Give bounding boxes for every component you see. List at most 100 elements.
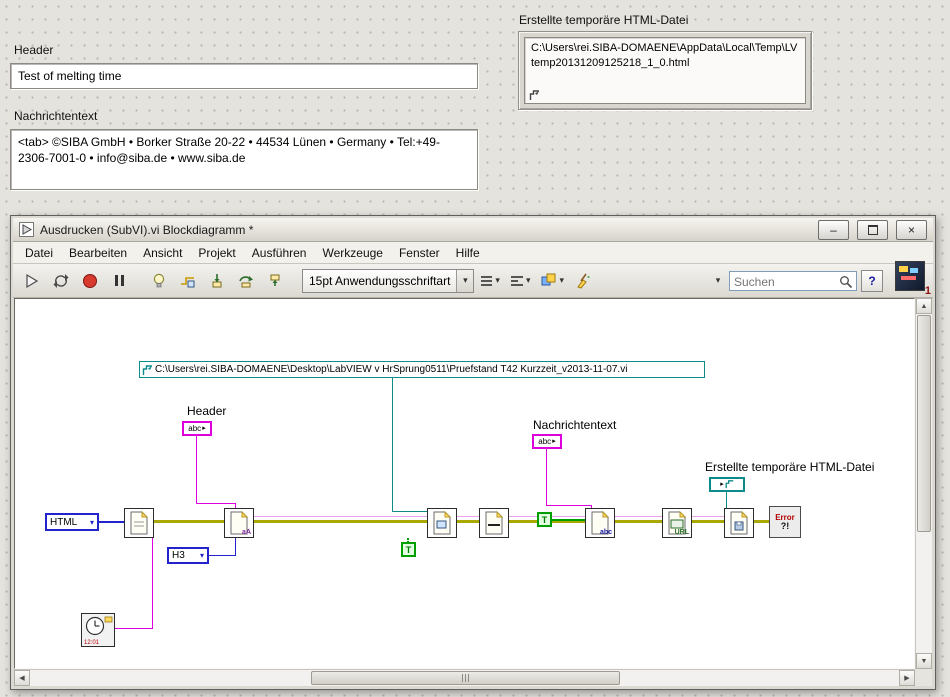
clean-up-diagram-button[interactable] (571, 268, 597, 294)
reorder-dropdown[interactable]: ▾ (537, 269, 568, 293)
html-enum-constant[interactable]: HTML ▾ (45, 513, 99, 531)
search-input[interactable] (732, 272, 840, 291)
wire-message-string-v[interactable] (546, 449, 547, 506)
vi-append-hypertext-url[interactable]: URL (662, 508, 692, 538)
report-page-icon (130, 510, 149, 535)
format-date-time-node[interactable]: 12:01 (81, 613, 115, 647)
vi-new-report[interactable] (124, 508, 154, 538)
wire-h3-enum-v[interactable] (235, 538, 236, 556)
vi-append-report-text[interactable]: abc (585, 508, 615, 538)
vi-icon[interactable] (895, 261, 925, 291)
true-constant[interactable]: T (537, 512, 552, 527)
message-string-control[interactable]: <tab> ©SIBA GmbH • Borker Straße 20-22 •… (10, 129, 478, 190)
menu-projekt[interactable]: Projekt (190, 243, 243, 263)
menu-datei[interactable]: Datei (17, 243, 61, 263)
vi-icon-corner[interactable]: 1 (895, 261, 931, 297)
wire-h3-enum-h[interactable] (209, 555, 236, 556)
menu-bearbeiten[interactable]: Bearbeiten (61, 243, 135, 263)
scroll-up-button[interactable]: ▲ (916, 298, 932, 314)
wire-clock-h[interactable] (115, 628, 153, 629)
header-string-value[interactable]: Test of melting time (18, 69, 121, 83)
menu-ansicht[interactable]: Ansicht (135, 243, 190, 263)
fp-message-label: Nachrichtentext (14, 109, 98, 123)
fp-html-file-label: Erstellte temporäre HTML-Datei (519, 13, 689, 27)
menu-ausfuehren[interactable]: Ausführen (244, 243, 315, 263)
html-enum-value: HTML (50, 516, 78, 528)
distribute-objects-icon (510, 275, 523, 286)
wire-vi-path-horizontal[interactable] (392, 511, 428, 512)
font-selector-label: 15pt Anwendungsschriftart (309, 273, 451, 288)
menubar: Datei Bearbeiten Ansicht Projekt Ausführ… (13, 242, 933, 264)
menu-fenster[interactable]: Fenster (391, 243, 448, 263)
wire-header-string-v[interactable] (196, 436, 197, 504)
align-objects-icon (481, 275, 493, 286)
abort-button[interactable] (77, 268, 103, 294)
highlight-execution-button[interactable] (146, 268, 172, 294)
search-box[interactable] (729, 270, 857, 291)
wire-message-string-h[interactable] (546, 505, 592, 506)
wire-vi-path-vertical[interactable] (392, 378, 393, 512)
titlebar[interactable]: Ausdrucken (SubVI).vi Blockdiagramm * – … (13, 218, 933, 242)
vi-icon-art (899, 266, 918, 280)
scroll-right-button[interactable]: ▶ (899, 670, 915, 686)
chevron-down-icon: ▾ (199, 551, 204, 560)
indicator-arrow-icon: ▸ (720, 481, 724, 488)
wire-header-string-h[interactable] (196, 503, 236, 504)
distribute-objects-dropdown[interactable]: ▾ (507, 269, 535, 293)
simple-error-handler-node[interactable]: Error ?! (769, 506, 801, 538)
chevron-down-icon[interactable]: ▾ (456, 269, 474, 292)
vi-glyph-text: URL (674, 529, 689, 536)
vertical-scroll-thumb[interactable] (917, 315, 931, 533)
wire-html-enum[interactable] (99, 521, 125, 523)
vertical-scrollbar[interactable]: ▲ ▼ (915, 298, 932, 669)
maximize-button[interactable] (857, 219, 888, 240)
vi-path-text[interactable]: C:\Users\rei.SIBA-DOMAENE\Desktop\LabVIE… (155, 364, 627, 375)
blockdiagram-canvas[interactable]: C:\Users\rei.SIBA-DOMAENE\Desktop\LabVIE… (14, 298, 915, 669)
path-symbol-icon (725, 480, 733, 489)
wire-html-file-v[interactable] (726, 492, 727, 508)
minimize-button[interactable]: – (818, 219, 849, 240)
html-file-path-indicator[interactable]: C:\Users\rei.SIBA-DOMAENE\AppData\Local\… (518, 31, 812, 110)
run-button[interactable] (19, 268, 45, 294)
h3-enum-constant[interactable]: H3 ▾ (167, 547, 209, 564)
search-options-dropdown[interactable]: ▾ (711, 271, 725, 291)
align-objects-dropdown[interactable]: ▾ (477, 269, 504, 293)
scroll-left-button[interactable]: ◀ (14, 670, 30, 686)
horizontal-scroll-thumb[interactable] (311, 671, 620, 685)
vi-path-constant[interactable]: C:\Users\rei.SIBA-DOMAENE\Desktop\LabVIE… (139, 361, 705, 378)
horizontal-scrollbar[interactable]: ◀ ▶ (14, 669, 915, 686)
header-string-terminal[interactable]: abc ▸ (182, 421, 212, 436)
clock-icon (85, 616, 113, 636)
vi-append-horizontal-line[interactable] (479, 508, 509, 538)
wire-clock-v[interactable] (152, 538, 153, 629)
retain-wire-values-button[interactable] (175, 268, 201, 294)
vi-glyph-text: abc (599, 529, 612, 536)
step-into-button[interactable] (204, 268, 230, 294)
path-symbol-icon (529, 90, 539, 100)
wire-bool-true[interactable] (552, 519, 586, 521)
step-out-button[interactable] (262, 268, 288, 294)
step-into-icon (212, 273, 222, 287)
header-string-control[interactable]: Test of melting time (10, 63, 478, 89)
menu-hilfe[interactable]: Hilfe (448, 243, 488, 263)
toolbar: 15pt Anwendungsschriftart ▾ ▾ ▾ ▾ ▾ Such… (13, 264, 933, 298)
scroll-down-button[interactable]: ▼ (916, 653, 932, 669)
pause-button[interactable] (106, 268, 132, 294)
vi-set-report-font[interactable]: aA (224, 508, 254, 538)
run-continuously-button[interactable] (48, 268, 74, 294)
step-over-button[interactable] (233, 268, 259, 294)
search-icon[interactable] (839, 275, 853, 289)
help-button[interactable]: ? (861, 269, 883, 292)
message-string-value[interactable]: <tab> ©SIBA GmbH • Borker Straße 20-22 •… (18, 135, 440, 165)
close-button[interactable]: × (896, 219, 927, 240)
vi-save-report-to-file[interactable] (724, 508, 754, 538)
true-constant-2[interactable]: T (401, 542, 416, 557)
text-settings-dropdown[interactable]: 15pt Anwendungsschriftart ▾ (302, 268, 475, 293)
vi-append-report-image[interactable] (427, 508, 457, 538)
html-file-path-terminal[interactable]: ▸ (709, 477, 745, 492)
control-arrow-icon: ▸ (202, 425, 206, 432)
html-file-path-text[interactable]: C:\Users\rei.SIBA-DOMAENE\AppData\Local\… (524, 37, 806, 104)
message-string-terminal[interactable]: abc ▸ (532, 434, 562, 449)
menu-werkzeuge[interactable]: Werkzeuge (314, 243, 390, 263)
report-page-icon (433, 510, 452, 535)
